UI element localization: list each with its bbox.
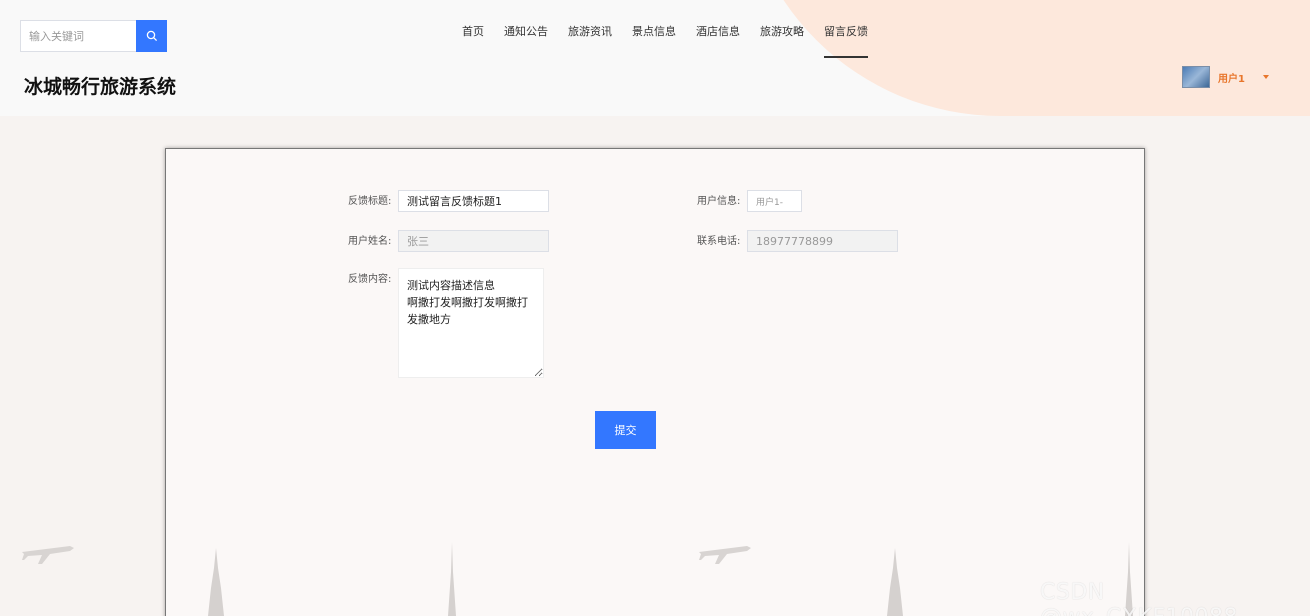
search-button[interactable]: [136, 20, 167, 52]
tower-icon: [448, 542, 456, 616]
nav-notices[interactable]: 通知公告: [494, 22, 558, 58]
feedback-form-card: 反馈标题: 用户信息: 用户姓名: 联系电话: 反馈内容: 提交: [165, 148, 1145, 616]
tower-icon: [208, 548, 224, 616]
user-info-field[interactable]: [747, 190, 802, 212]
phone-label: 联系电话:: [697, 236, 741, 247]
feedback-title-input[interactable]: [398, 190, 549, 212]
search-box: [20, 20, 167, 52]
avatar: [1182, 66, 1210, 88]
chevron-down-icon: [1262, 75, 1269, 79]
search-input[interactable]: [21, 21, 136, 51]
nav-attractions[interactable]: 景点信息: [622, 22, 686, 58]
site-title: 冰城畅行旅游系统: [24, 76, 177, 98]
nav-feedback[interactable]: 留言反馈: [814, 22, 878, 58]
user-name-label: 用户姓名:: [348, 236, 392, 247]
nav-hotels[interactable]: 酒店信息: [686, 22, 750, 58]
search-icon: [146, 30, 157, 42]
main-nav: 首页 通知公告 旅游资讯 景点信息 酒店信息 旅游攻略 留言反馈: [452, 22, 878, 62]
user-name-field: [398, 230, 549, 252]
submit-button[interactable]: 提交: [595, 411, 656, 449]
watermark: CSDN @wx_CXKF10088: [1040, 580, 1238, 616]
nav-guides[interactable]: 旅游攻略: [750, 22, 814, 58]
phone-field: [747, 230, 898, 252]
feedback-content-textarea[interactable]: [398, 268, 544, 378]
nav-travel-news[interactable]: 旅游资讯: [558, 22, 622, 58]
top-header: 首页 通知公告 旅游资讯 景点信息 酒店信息 旅游攻略 留言反馈 冰城畅行旅游系…: [0, 0, 1310, 116]
feedback-content-label: 反馈内容:: [348, 274, 392, 285]
airplane-icon: [699, 546, 751, 564]
user-name: 用户1: [1218, 73, 1245, 85]
user-menu[interactable]: 用户1: [1182, 66, 1269, 88]
feedback-title-label: 反馈标题:: [348, 196, 392, 207]
nav-home[interactable]: 首页: [452, 22, 494, 58]
tower-icon: [887, 548, 903, 616]
user-info-label: 用户信息:: [697, 196, 741, 207]
airplane-icon: [22, 546, 74, 564]
